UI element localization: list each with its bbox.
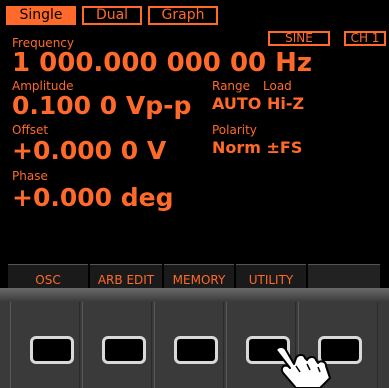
range-label: Range bbox=[212, 79, 251, 93]
tab-graph[interactable]: Graph bbox=[148, 6, 218, 25]
load-label: Load bbox=[263, 79, 292, 93]
softkey-memory[interactable]: MEMORY bbox=[164, 264, 234, 290]
tab-single[interactable]: Single bbox=[6, 6, 76, 25]
waveform-indicator: SINE bbox=[268, 31, 330, 46]
phase-label: Phase bbox=[12, 169, 48, 183]
range-load-value[interactable]: AUTO Hi-Z bbox=[212, 95, 304, 113]
softkey-utility[interactable]: UTILITY bbox=[236, 264, 306, 290]
softkey-arb-edit[interactable]: ARB EDIT bbox=[90, 264, 162, 290]
polarity-value[interactable]: Norm ±FS bbox=[212, 139, 302, 157]
softkey-osc[interactable]: OSC bbox=[8, 264, 88, 290]
lcd-screen: Single Dual Graph SINE CH 1 Frequency 1 … bbox=[0, 0, 389, 292]
function-key-2[interactable] bbox=[102, 336, 146, 364]
offset-value[interactable]: +0.000 0 V bbox=[12, 137, 166, 165]
pointing-hand-icon bbox=[275, 346, 331, 388]
function-key-1[interactable] bbox=[30, 336, 74, 364]
phase-value[interactable]: +0.000 deg bbox=[12, 184, 173, 212]
signal-generator-panel: Single Dual Graph SINE CH 1 Frequency 1 … bbox=[0, 0, 389, 388]
channel-indicator: CH 1 bbox=[344, 31, 386, 46]
frequency-value[interactable]: 1 000.000 000 00 Hz bbox=[12, 49, 312, 77]
function-key-3[interactable] bbox=[174, 336, 218, 364]
tab-dual[interactable]: Dual bbox=[82, 6, 142, 25]
softkey-bar: OSC ARB EDIT MEMORY UTILITY bbox=[8, 264, 380, 290]
polarity-label: Polarity bbox=[212, 123, 257, 137]
softkey-blank[interactable] bbox=[308, 264, 380, 290]
amplitude-value[interactable]: 0.100 0 Vp-p bbox=[12, 92, 191, 120]
bezel-lip bbox=[0, 288, 389, 302]
